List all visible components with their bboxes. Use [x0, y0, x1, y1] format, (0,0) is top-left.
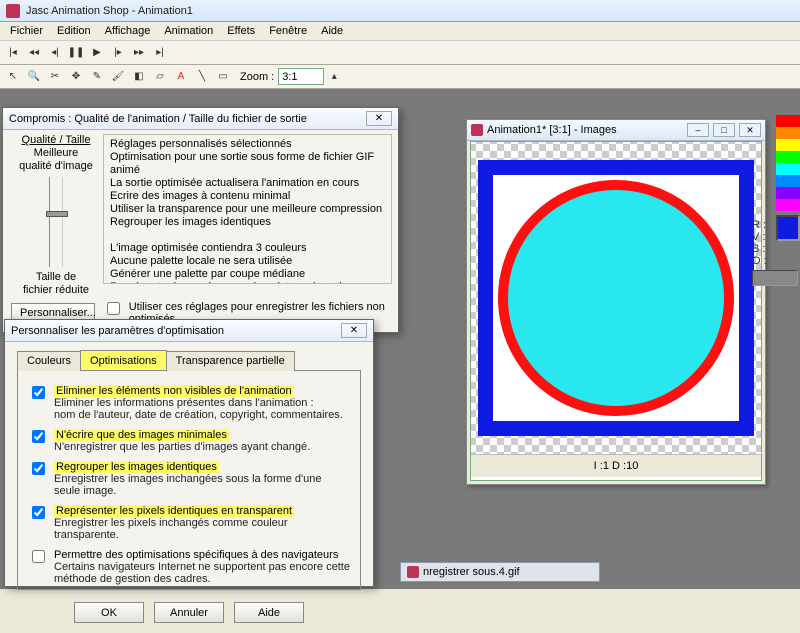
- zoom-icon[interactable]: 🔍: [24, 67, 44, 87]
- menu-fenetre[interactable]: Fenêtre: [263, 22, 313, 41]
- quality-slider[interactable]: [49, 177, 63, 267]
- doc-icon: [471, 124, 483, 136]
- toolbar-tools: ↖ 🔍 ✂ ✥ ✎ 🖌 ◧ ▱ A ╲ ▭ Zoom : ▴: [0, 65, 800, 89]
- dialog-optimize[interactable]: Personnaliser les paramètres d'optimisat…: [4, 319, 374, 587]
- dialog-compromise-title: Compromis : Qualité de l'animation / Tai…: [9, 113, 307, 125]
- settings-info-box: Réglages personnalisés sélectionnésOptim…: [103, 134, 392, 284]
- pal-cyan[interactable]: [776, 163, 800, 175]
- slider-header: Qualité / Taille: [9, 134, 103, 147]
- pal-orange[interactable]: [776, 127, 800, 139]
- dialog-compromise-titlebar[interactable]: Compromis : Qualité de l'animation / Tai…: [3, 108, 398, 130]
- tab-colors[interactable]: Couleurs: [17, 351, 81, 371]
- save-unoptimized-checkbox[interactable]: [107, 302, 120, 315]
- zoom-label: Zoom :: [240, 71, 274, 83]
- pal-blue[interactable]: [776, 175, 800, 187]
- toolbar-playback: |◂ ◂◂ ◂| ❚❚ ▶ |▸ ▸▸ ▸|: [0, 41, 800, 65]
- tab-optimizations[interactable]: Optimisations: [80, 350, 167, 370]
- menu-edition[interactable]: Edition: [51, 22, 97, 41]
- rewind-icon[interactable]: ◂◂: [24, 43, 44, 63]
- window-titlebar: Jasc Animation Shop - Animation1: [0, 0, 800, 22]
- menubar: Fichier Edition Affichage Animation Effe…: [0, 22, 800, 41]
- pal-red[interactable]: [776, 115, 800, 127]
- dialog-compromise-close[interactable]: ✕: [366, 111, 392, 126]
- dialog-optimize-titlebar[interactable]: Personnaliser les paramètres d'optimisat…: [5, 320, 373, 342]
- opt-remove-invisible-label: Eliminer les éléments non visibles de l'…: [54, 385, 294, 397]
- zoom-spinner-icon[interactable]: ▴: [328, 67, 340, 87]
- pal-magenta[interactable]: [776, 199, 800, 211]
- opt-browser-specific-label: Permettre des optimisations spécifiques …: [54, 549, 338, 561]
- canvas-close-button[interactable]: ✕: [739, 123, 761, 137]
- opt-browser-specific-checkbox[interactable]: [32, 550, 45, 563]
- pal-violet[interactable]: [776, 187, 800, 199]
- canvas-max-button[interactable]: □: [713, 123, 735, 137]
- opt-minimal-frames-checkbox[interactable]: [32, 430, 45, 443]
- crop-icon[interactable]: ✂: [45, 67, 65, 87]
- menu-aide[interactable]: Aide: [315, 22, 349, 41]
- line-icon[interactable]: ╲: [192, 67, 212, 87]
- canvas-min-button[interactable]: –: [687, 123, 709, 137]
- optimize-tabs: Couleurs Optimisations Transparence part…: [17, 350, 361, 371]
- app-icon: [6, 4, 20, 18]
- text-icon[interactable]: A: [171, 67, 191, 87]
- opt-remove-invisible-checkbox[interactable]: [32, 386, 45, 399]
- canvas-body: I :1 D :10: [470, 141, 762, 481]
- eyedropper-icon[interactable]: ✎: [87, 67, 107, 87]
- fill-icon[interactable]: ▱: [150, 67, 170, 87]
- taskbar-file-button[interactable]: nregistrer sous.4.gif: [400, 562, 600, 582]
- play-icon[interactable]: ▶: [87, 43, 107, 63]
- menu-effets[interactable]: Effets: [221, 22, 261, 41]
- ok-button[interactable]: OK: [74, 602, 144, 623]
- window-title: Jasc Animation Shop - Animation1: [26, 5, 193, 17]
- last-frame-icon[interactable]: ▸|: [150, 43, 170, 63]
- frame-info: I :1 D :10: [471, 454, 761, 477]
- opt-transparent-pixels-checkbox[interactable]: [32, 506, 45, 519]
- brush-icon[interactable]: 🖌: [108, 67, 128, 87]
- help-button[interactable]: Aide: [234, 602, 304, 623]
- quality-slider-group: Qualité / Taille Meilleure qualité d'ima…: [9, 134, 103, 297]
- canvas-frame[interactable]: [471, 142, 761, 454]
- pause-icon[interactable]: ❚❚: [66, 43, 86, 63]
- shape-icon[interactable]: ▭: [213, 67, 233, 87]
- circle-shape: [498, 180, 734, 416]
- dialog-optimize-close[interactable]: ✕: [341, 323, 367, 338]
- file-icon: [407, 566, 419, 578]
- menu-fichier[interactable]: Fichier: [4, 22, 49, 41]
- move-icon[interactable]: ✥: [66, 67, 86, 87]
- slider-top-label: Meilleure qualité d'image: [9, 147, 103, 173]
- canvas-window-title: Animation1* [3:1] - Images: [487, 124, 683, 136]
- first-frame-icon[interactable]: |◂: [3, 43, 23, 63]
- opt-merge-identical-label: Regrouper les images identiques: [54, 461, 219, 473]
- forward-icon[interactable]: ▸▸: [129, 43, 149, 63]
- canvas-window[interactable]: Animation1* [3:1] - Images – □ ✕ I :1 D …: [466, 119, 766, 485]
- rgb-readout: R :V :B :O :: [752, 219, 798, 286]
- opt-transparent-pixels-label: Représenter les pixels identiques en tra…: [54, 505, 294, 517]
- opt-minimal-frames-label: N'écrire que des images minimales: [54, 429, 229, 441]
- tab-transparency[interactable]: Transparence partielle: [166, 351, 295, 371]
- pal-yellow[interactable]: [776, 139, 800, 151]
- pointer-icon[interactable]: ↖: [3, 67, 23, 87]
- slider-bottom-label: Taille de fichier réduite: [9, 271, 103, 297]
- canvas-window-titlebar[interactable]: Animation1* [3:1] - Images – □ ✕: [467, 120, 765, 141]
- menu-animation[interactable]: Animation: [158, 22, 219, 41]
- prev-frame-icon[interactable]: ◂|: [45, 43, 65, 63]
- dialog-optimize-title: Personnaliser les paramètres d'optimisat…: [11, 325, 224, 337]
- frame-content: [478, 160, 754, 436]
- pal-green[interactable]: [776, 151, 800, 163]
- null-swatch: [752, 270, 798, 286]
- slider-thumb-icon[interactable]: [46, 211, 68, 217]
- zoom-input[interactable]: [278, 68, 324, 85]
- cancel-button[interactable]: Annuler: [154, 602, 224, 623]
- dialog-compromise[interactable]: Compromis : Qualité de l'animation / Tai…: [2, 107, 399, 333]
- eraser-icon[interactable]: ◧: [129, 67, 149, 87]
- opt-merge-identical-checkbox[interactable]: [32, 462, 45, 475]
- next-frame-icon[interactable]: |▸: [108, 43, 128, 63]
- menu-affichage[interactable]: Affichage: [99, 22, 157, 41]
